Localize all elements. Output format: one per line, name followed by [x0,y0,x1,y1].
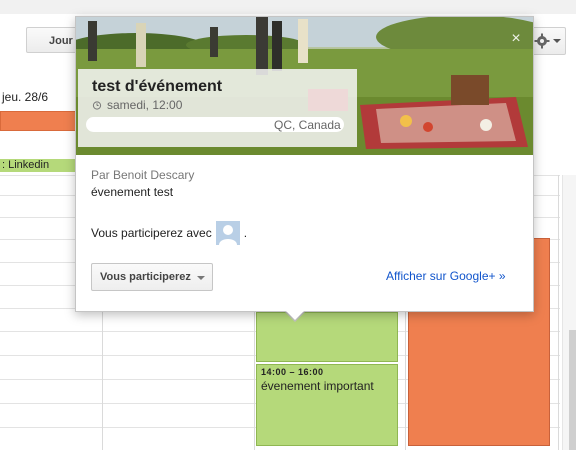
calendar-event-block[interactable] [256,312,398,362]
gear-icon [534,33,550,49]
allday-event-orange[interactable] [0,111,78,131]
event-date-row: samedi, 12:00 [92,98,357,112]
today-button[interactable]: Jour [26,27,82,53]
event-summary-card: test d'événement samedi, 12:00 QC, Canad… [78,69,357,147]
bubble-arrow [286,311,304,320]
rsvp-label: Vous participerez [100,271,191,283]
view-on-google-plus-link[interactable]: Afficher sur Google+ » [386,269,506,283]
event-popup: × test d'événement samedi, 12:00 QC, Can… [75,16,534,312]
organizer-label: Par Benoit Descary [91,168,195,182]
scrollbar-thumb[interactable] [569,330,576,450]
event-description: évenement test [91,185,174,199]
attendance-suffix: . [243,226,248,240]
top-bar [0,0,576,15]
day-header[interactable]: jeu. 28/6 [2,90,48,104]
user-silhouette-icon [215,221,240,245]
event-location-text: QC, Canada [274,118,341,132]
alarm-clock-icon [92,101,102,110]
rsvp-button[interactable]: Vous participerez [91,263,213,291]
allday-event-linkedin[interactable]: : Linkedin [0,159,76,172]
popup-event-title: test d'événement [92,78,223,95]
event-location: QC, Canada [86,117,357,134]
event-title: évenement important [261,379,374,393]
attendance-line: Vous participerez avec . [91,221,247,245]
chevron-down-icon [197,276,205,280]
popup-body: Par Benoit Descary évenement test Vous p… [76,155,533,311]
event-date: samedi, 12:00 [107,98,183,112]
close-icon[interactable]: × [508,31,524,47]
avatar[interactable] [215,221,240,245]
chevron-down-icon [553,39,561,43]
event-time: 14:00 – 16:00 [261,367,324,377]
calendar-event-important[interactable]: 14:00 – 16:00 évenement important [256,364,398,446]
attendance-prefix: Vous participerez avec [91,226,212,240]
